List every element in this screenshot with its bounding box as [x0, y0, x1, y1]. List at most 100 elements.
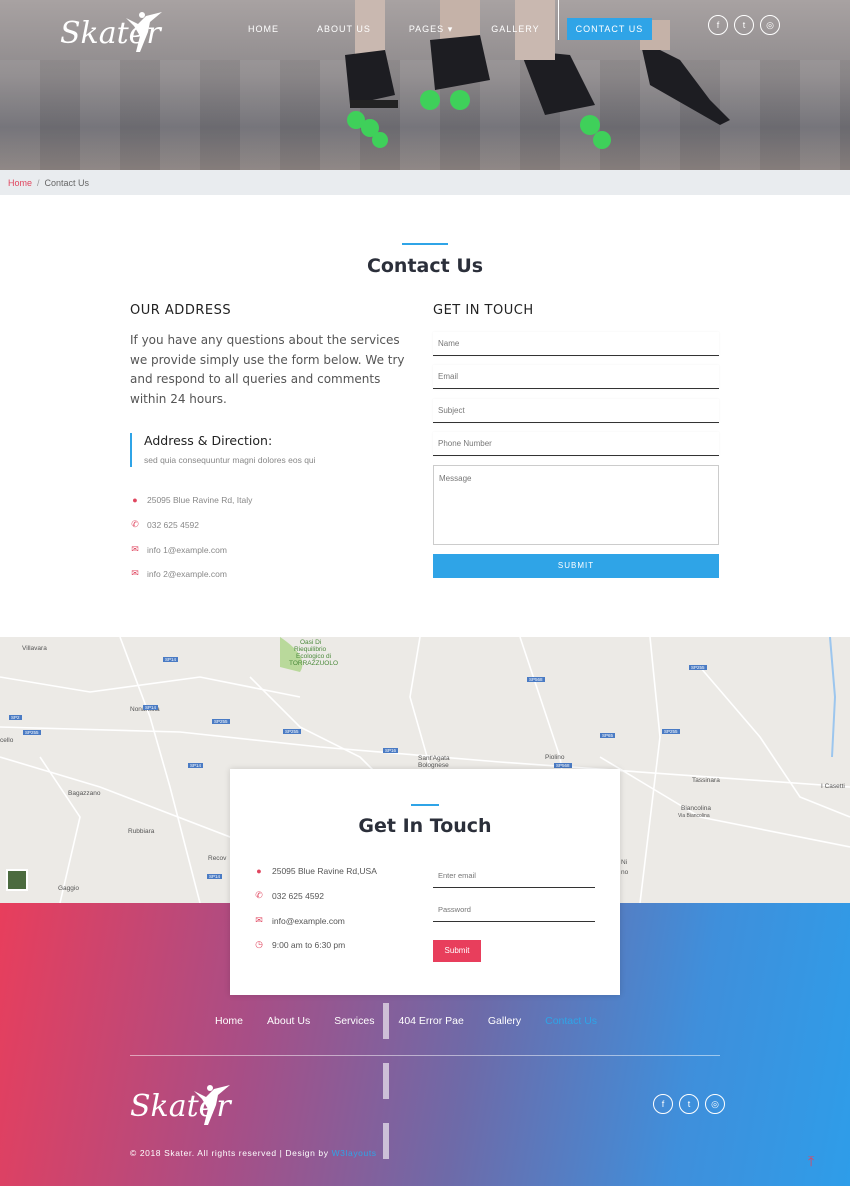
- road-shield: SP2: [9, 715, 22, 720]
- lane-marking: [383, 1003, 389, 1183]
- address-heading: OUR ADDRESS: [130, 303, 232, 318]
- footer-nav-home[interactable]: Home: [215, 1015, 243, 1027]
- card-info-hours: ◷ 9:00 am to 6:30 pm: [254, 939, 345, 950]
- map-place-label: Ecologico di: [296, 653, 332, 660]
- road-shield: SP65: [600, 733, 616, 738]
- breadcrumb: Home / Contact Us: [0, 170, 850, 195]
- map-place-label: Ni: [621, 859, 628, 866]
- map-place-label: Sant'Agata: [418, 755, 450, 762]
- facebook-icon[interactable]: f: [653, 1094, 673, 1114]
- footer-logo[interactable]: Skater: [130, 1083, 240, 1127]
- site-logo[interactable]: Skater: [60, 10, 170, 54]
- map-place-label: Piolino: [545, 754, 565, 761]
- footer-nav-contact-us[interactable]: Contact Us: [545, 1015, 597, 1027]
- footer-nav-about-us[interactable]: About Us: [267, 1015, 310, 1027]
- info-text: 032 625 4592: [147, 519, 199, 530]
- card-info-address: ● 25095 Blue Ravine Rd,USA: [254, 866, 377, 876]
- nav-divider: [557, 0, 559, 40]
- direction-title: Address & Direction:: [144, 433, 273, 448]
- map-place-label: Tassinara: [692, 777, 720, 784]
- envelope-icon: ✉: [255, 915, 263, 925]
- card-info-text: 032 625 4592: [272, 890, 324, 901]
- copyright: © 2018 Skater. All rights reserved | Des…: [130, 1148, 377, 1158]
- subject-field[interactable]: Subject: [433, 399, 719, 423]
- road-shield: SP14: [188, 763, 204, 768]
- back-to-top-icon[interactable]: ⤒: [808, 1153, 814, 1170]
- name-field[interactable]: Name: [433, 332, 719, 356]
- map-place-label: Villavara: [22, 645, 47, 652]
- road-shield: SP14: [163, 657, 179, 662]
- card-title: Get In Touch: [358, 815, 492, 837]
- card-info-email: ✉ info@example.com: [254, 915, 345, 926]
- card-info-text: 25095 Blue Ravine Rd,USA: [272, 866, 377, 876]
- info-phone: ✆ 032 625 4592: [130, 519, 199, 530]
- skater-figure-icon: [194, 1085, 230, 1125]
- road-shield: SP255: [212, 719, 230, 724]
- map-place-label: Rubbiara: [128, 828, 155, 835]
- page-title: Contact Us: [366, 255, 484, 277]
- map-place-label: Bagazzano: [68, 790, 101, 797]
- facebook-icon[interactable]: f: [708, 15, 728, 35]
- map-place-label: Riequilibrio: [294, 646, 327, 653]
- info-text: 25095 Blue Ravine Rd, Italy: [147, 495, 253, 505]
- road-shield: SP255: [283, 729, 301, 734]
- map-place-label: cello: [0, 737, 14, 744]
- footer-social-links: f t ◎: [647, 1094, 725, 1114]
- card-email-input[interactable]: Enter email: [433, 868, 595, 888]
- nav-about-us[interactable]: About Us: [317, 24, 371, 34]
- map-place-label: Oasi Di: [300, 639, 322, 646]
- dribbble-icon[interactable]: ◎: [760, 15, 780, 35]
- footer-nav-404[interactable]: 404 Error Pae: [398, 1015, 463, 1027]
- road-shield: SP255: [662, 729, 680, 734]
- phone-icon: ✆: [255, 890, 263, 900]
- info-email-1: ✉ info 1@example.com: [130, 544, 227, 555]
- map-place-label: I Casetti: [821, 783, 845, 790]
- envelope-icon: ✉: [131, 568, 139, 578]
- road-shield: SP568: [527, 677, 545, 682]
- designer-link[interactable]: W3layouts: [332, 1148, 377, 1158]
- envelope-icon: ✉: [131, 544, 139, 554]
- submit-button[interactable]: SUBMIT: [433, 554, 719, 578]
- map-place-label: Recov: [208, 855, 227, 862]
- nav-home[interactable]: Home: [248, 24, 279, 34]
- map-place-label: Biancolina: [681, 805, 711, 812]
- footer-nav-gallery[interactable]: Gallery: [488, 1015, 521, 1027]
- info-address: ● 25095 Blue Ravine Rd, Italy: [130, 495, 252, 505]
- clock-icon: ◷: [255, 939, 263, 949]
- card-password-input[interactable]: Password: [433, 902, 595, 922]
- breadcrumb-home[interactable]: Home: [8, 178, 32, 188]
- nav-gallery[interactable]: Gallery: [491, 24, 539, 34]
- card-info-phone: ✆ 032 625 4592: [254, 890, 324, 901]
- twitter-icon[interactable]: t: [679, 1094, 699, 1114]
- card-submit-button[interactable]: Submit: [433, 940, 481, 962]
- dribbble-icon[interactable]: ◎: [705, 1094, 725, 1114]
- message-textarea[interactable]: Message: [433, 465, 719, 545]
- road-shield: SP255: [689, 665, 707, 670]
- title-accent-line: [402, 243, 448, 245]
- map-place-label: Gaggio: [58, 885, 79, 892]
- nav-contact-us[interactable]: Contact Us: [566, 18, 653, 40]
- card-accent-line: [411, 804, 439, 806]
- map-marker-icon: ●: [256, 866, 262, 876]
- footer-divider: [130, 1055, 720, 1056]
- map-place-label: Bolognese: [418, 762, 449, 769]
- card-info-text[interactable]: info@example.com: [272, 916, 345, 926]
- hero-banner: Skater Home About Us Pages ▾ Gallery Con…: [0, 0, 850, 170]
- twitter-icon[interactable]: t: [734, 15, 754, 35]
- info-text[interactable]: info 2@example.com: [147, 569, 227, 579]
- footer-nav-services[interactable]: Services: [334, 1015, 374, 1027]
- info-text[interactable]: info 1@example.com: [147, 545, 227, 555]
- road-shield: SP14: [143, 705, 159, 710]
- skater-figure-icon: [126, 12, 162, 52]
- map-satellite-toggle[interactable]: [6, 869, 28, 891]
- footer-nav: Home About Us Services 404 Error Pae Gal…: [215, 1015, 621, 1027]
- address-direction-block: Address & Direction: sed quia consequunt…: [130, 433, 316, 467]
- card-info-text: 9:00 am to 6:30 pm: [272, 939, 346, 950]
- phone-icon: ✆: [131, 519, 139, 529]
- copyright-text: © 2018 Skater. All rights reserved | Des…: [130, 1148, 332, 1158]
- map-place-label: Via Biancolina: [678, 813, 710, 819]
- phone-field[interactable]: Phone Number: [433, 432, 719, 456]
- email-field[interactable]: Email: [433, 365, 719, 389]
- info-email-2: ✉ info 2@example.com: [130, 568, 227, 579]
- nav-pages-dropdown[interactable]: Pages ▾: [409, 24, 453, 35]
